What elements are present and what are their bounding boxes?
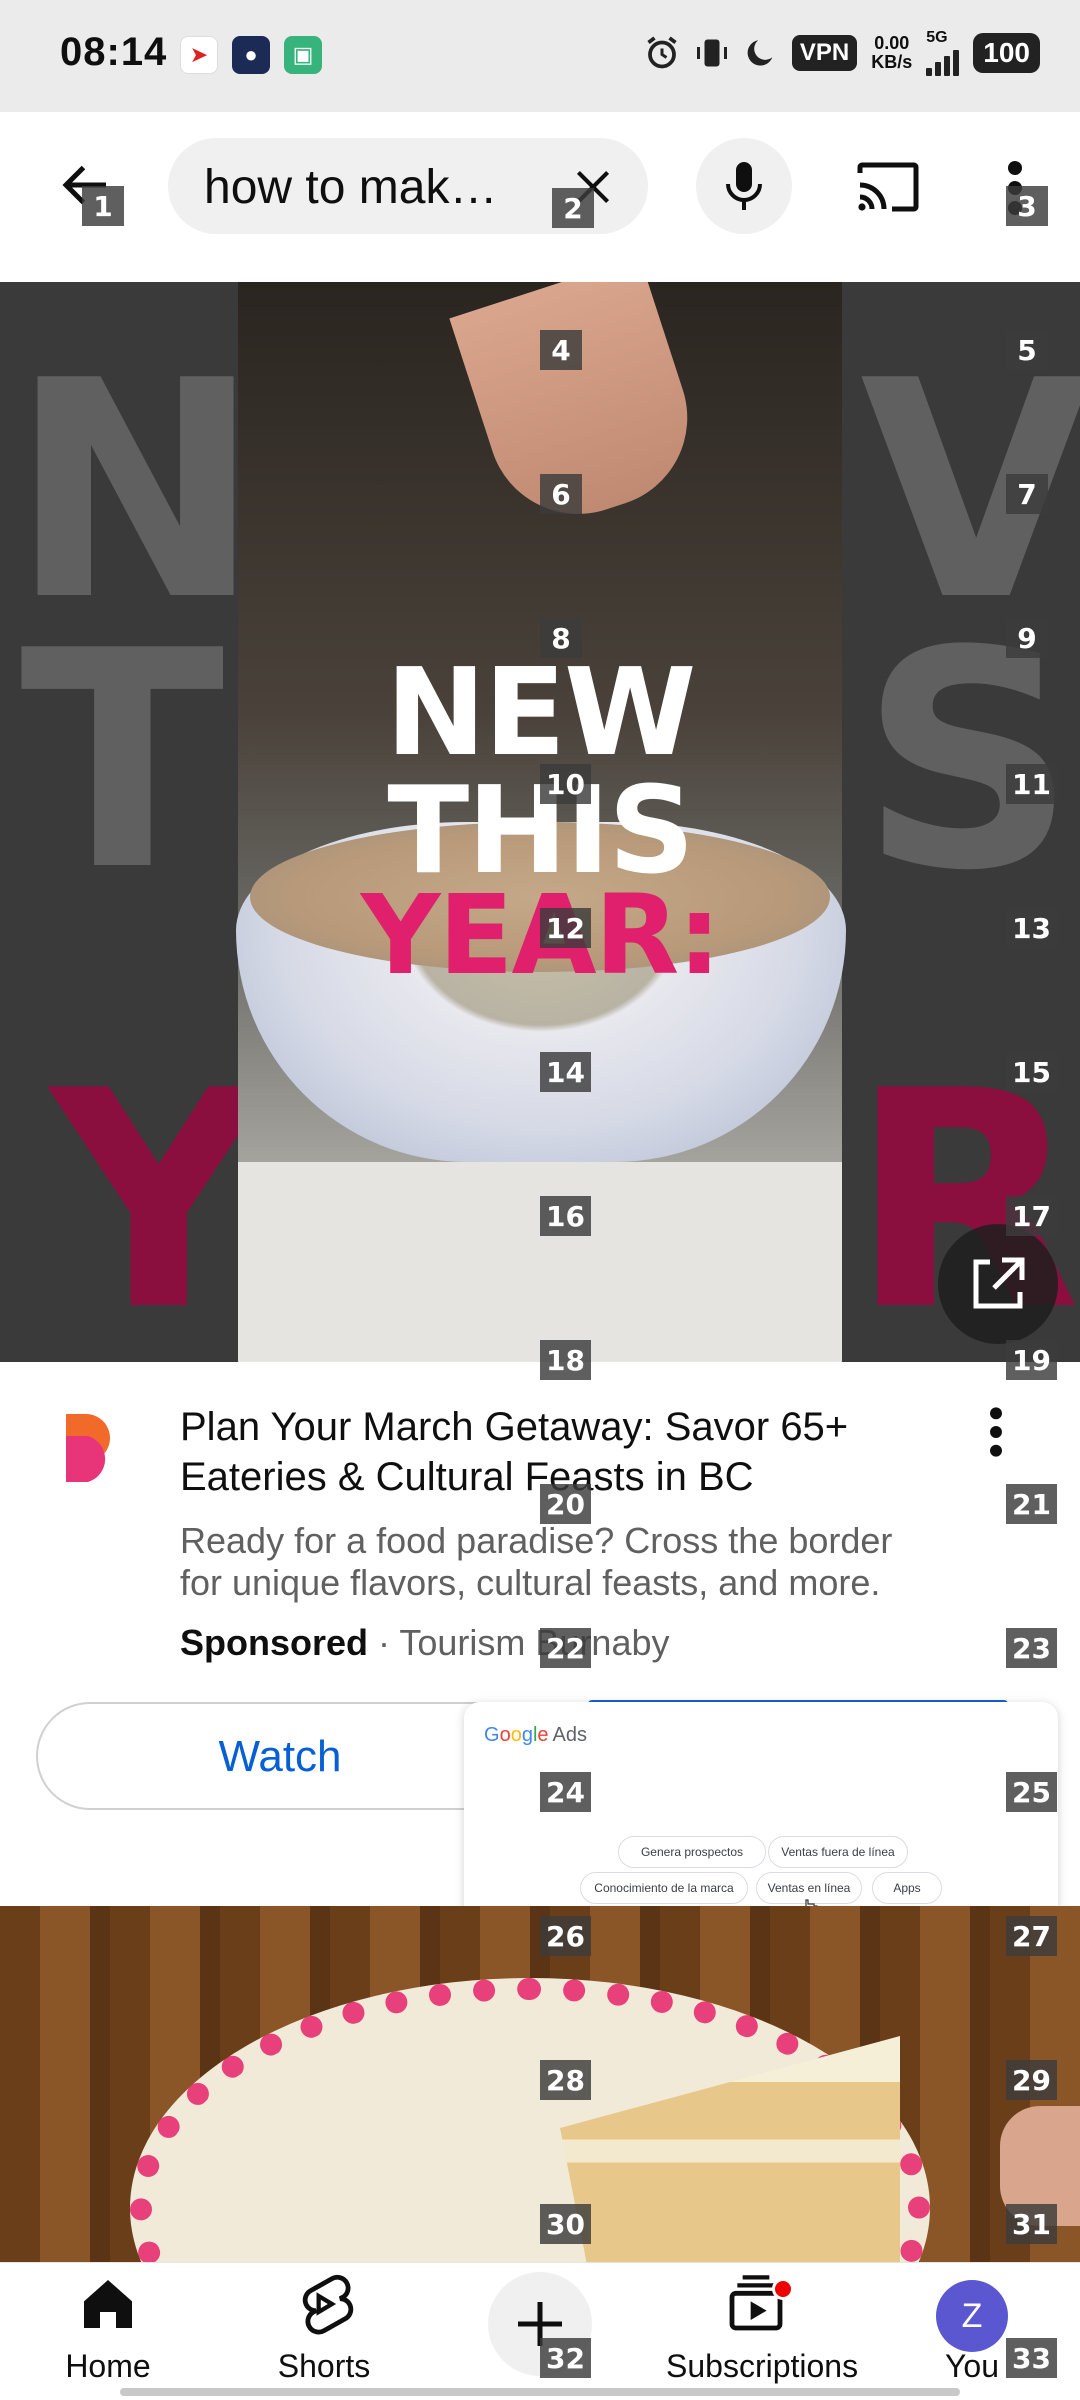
app-notification-icon: ▣ [284,36,322,74]
index-marker: 1 [82,186,124,226]
table-surface [238,1162,842,1362]
external-link-icon [973,1257,1025,1309]
goal-chip[interactable]: Apps [872,1872,942,1904]
index-marker: 27 [1006,1916,1057,1956]
index-marker: 18 [540,1340,591,1380]
index-marker: 12 [540,908,591,948]
goal-chip[interactable]: Conocimiento de la marca [580,1872,748,1904]
voice-search-button[interactable] [696,138,792,234]
sponsored-label: Sponsored [180,1622,369,1663]
nav-shorts[interactable]: Shorts [234,2272,414,2392]
status-time: 08:14 [60,30,168,74]
index-marker: 20 [540,1484,591,1524]
index-marker: 29 [1006,2060,1057,2100]
index-marker: 15 [1006,1052,1057,1092]
ad-meta: Sponsored · Tourism Burnaby [180,1622,670,1664]
index-marker: 17 [1006,1196,1057,1236]
signal-icon: 5G [926,30,960,76]
index-marker: 3 [1006,186,1048,226]
gesture-bar[interactable] [120,2388,960,2396]
ad-more-options-icon[interactable] [984,1404,1008,1460]
shorts-icon [302,2274,354,2335]
index-marker: 13 [1006,908,1057,948]
notification-dot [772,2278,794,2300]
nav-home-label: Home [65,2348,151,2384]
index-marker: 30 [540,2204,591,2244]
index-marker: 22 [540,1628,591,1668]
index-marker: 26 [540,1916,591,1956]
notification-icons: ➤ ● ▣ [180,36,322,74]
vpn-icon: VPN [791,35,858,71]
index-marker: 24 [540,1772,591,1812]
index-marker: 11 [1006,764,1057,804]
index-marker: 19 [1006,1340,1057,1380]
app-notification-icon: ● [232,36,270,74]
app-notification-icon: ➤ [180,36,218,74]
cast-icon[interactable] [856,160,920,214]
index-marker: 6 [540,474,582,514]
google-ads-logo: Google Ads [484,1724,587,1746]
index-marker: 5 [1006,330,1048,370]
do-not-disturb-moon-icon [747,40,773,66]
system-icons: VPN 0.00 KB/s 5G 100 [644,30,1040,76]
nav-subscriptions-label: Subscriptions [666,2348,859,2384]
net-speed: 0.00 KB/s [871,33,913,72]
bg-letter: Y [50,1027,268,1362]
open-external-button[interactable] [938,1224,1058,1344]
goal-chip[interactable]: Genera prospectos [618,1836,766,1868]
index-marker: 32 [540,2338,591,2378]
battery-icon: 100 [973,33,1040,73]
watch-button-label[interactable]: Watch [36,1732,524,1782]
advertiser-name: Tourism Burnaby [399,1622,670,1663]
bg-letter: T [20,587,225,936]
alarm-icon [647,36,677,69]
status-bar: 08:14 ➤ ● ▣ VPN 0.00 KB/s 5G 100 [0,0,1080,112]
index-marker: 16 [540,1196,591,1236]
index-marker: 33 [1006,2338,1057,2378]
index-marker: 25 [1006,1772,1057,1812]
index-marker: 7 [1006,474,1048,514]
index-marker: 21 [1006,1484,1057,1524]
index-marker: 28 [540,2060,591,2100]
index-marker: 23 [1006,1628,1057,1668]
nav-subscriptions[interactable]: Subscriptions [666,2272,859,2392]
index-marker: 4 [540,330,582,370]
meta-separator: · [378,1622,391,1663]
goal-chip[interactable]: Ventas fuera de línea [768,1836,908,1868]
index-marker: 9 [1006,618,1048,658]
ad-description: Ready for a food paradise? Cross the bor… [180,1520,893,1603]
microphone-icon [726,162,762,210]
index-marker: 2 [552,188,594,228]
advertiser-logo[interactable] [64,1412,116,1484]
index-marker: 31 [1006,2204,1057,2244]
nav-shorts-label: Shorts [277,2348,371,2384]
nav-home[interactable]: Home [18,2272,198,2392]
index-marker: 8 [540,618,582,658]
index-marker: 10 [540,764,591,804]
home-icon [84,2280,132,2328]
index-marker: 14 [540,1052,591,1092]
ad-title-line-1: NEW [385,644,697,783]
search-query[interactable]: how to mak… [204,160,497,215]
vibrate-icon [696,39,727,67]
